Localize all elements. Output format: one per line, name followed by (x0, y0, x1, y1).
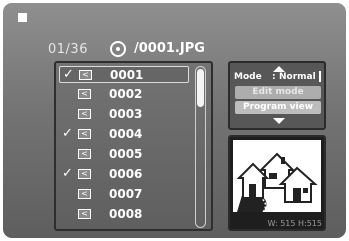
file-name: 0002 (109, 87, 143, 101)
mode-separator: : (272, 72, 276, 82)
mode-label: Mode (234, 72, 262, 82)
file-row[interactable]: <0008 (59, 206, 189, 223)
file-icon: < (78, 169, 91, 179)
player-screen: 01/36 /0001.JPG ✓ <0001 <0002 <0003 ✓ <0004 <0… (3, 3, 346, 238)
file-name: 0004 (109, 127, 143, 141)
file-row[interactable]: <0005 (59, 146, 189, 163)
file-row[interactable]: ✓ <0001 (59, 66, 189, 83)
file-row[interactable]: ✓ <0006 (59, 166, 189, 183)
houses-thumbnail (233, 140, 321, 212)
disc-icon (110, 41, 126, 57)
file-icon: < (78, 129, 91, 139)
file-row[interactable]: ✓ <0004 (59, 126, 189, 143)
arrow-down-icon[interactable] (273, 118, 285, 124)
scrollbar[interactable] (195, 66, 206, 228)
file-icon: < (78, 209, 91, 219)
file-name: 0006 (109, 167, 143, 181)
stop-icon[interactable] (18, 13, 27, 22)
check-icon: ✓ (62, 126, 73, 141)
file-name: 0005 (109, 147, 143, 161)
file-name: 0001 (110, 68, 144, 82)
option-edit-mode[interactable]: Edit mode (235, 86, 321, 99)
file-counter: 01/36 (48, 42, 88, 57)
mode-value: Normal (279, 72, 316, 82)
file-icon: < (78, 89, 91, 99)
check-icon: ✓ (63, 67, 74, 82)
option-program-view[interactable]: Program view (235, 101, 321, 114)
file-name: 0007 (109, 187, 143, 201)
file-icon: < (79, 70, 92, 80)
file-icon: < (78, 109, 91, 119)
file-icon: < (78, 149, 91, 159)
check-icon: ✓ (62, 166, 73, 181)
file-name: 0008 (109, 207, 143, 221)
file-icon: < (78, 189, 91, 199)
file-row[interactable]: <0003 (59, 106, 189, 123)
file-row[interactable]: <0002 (59, 86, 189, 103)
scroll-thumb[interactable] (197, 69, 204, 107)
mode-cursor (319, 71, 321, 82)
file-row[interactable]: <0007 (59, 186, 189, 203)
image-preview: W: 515 H:515 (228, 135, 326, 231)
image-dimensions: W: 515 H:515 (267, 219, 322, 228)
file-path: /0001.JPG (134, 41, 205, 56)
file-list: ✓ <0001 <0002 <0003 ✓ <0004 <0005 ✓ <0006 <0007 <0… (54, 61, 213, 231)
mode-menu: Mode : Normal Edit mode Program view (228, 61, 326, 130)
file-name: 0003 (109, 107, 143, 121)
